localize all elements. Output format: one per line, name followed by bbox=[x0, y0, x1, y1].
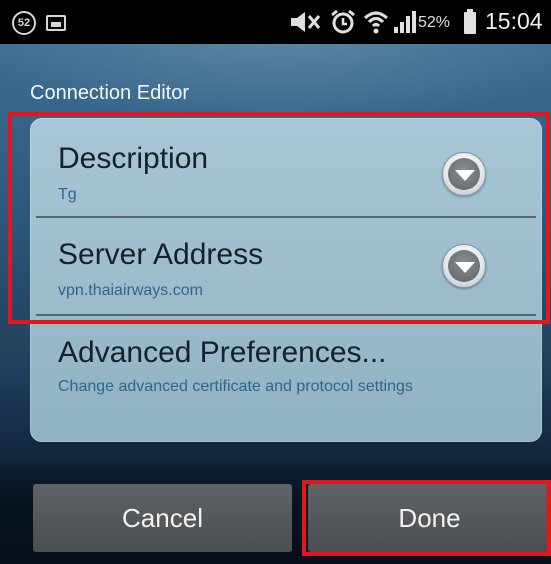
alarm-icon bbox=[329, 8, 357, 36]
field-value: vpn.thaiairways.com bbox=[58, 282, 203, 299]
wifi-icon bbox=[362, 8, 390, 36]
notification-badge-icon: 52 bbox=[12, 11, 36, 35]
server-address-field[interactable]: Server Address vpn.thaiairways.com bbox=[30, 218, 542, 314]
battery-percent: 52% bbox=[418, 14, 451, 31]
description-field[interactable]: Description Tg bbox=[30, 118, 542, 216]
battery-icon bbox=[464, 9, 476, 34]
item-title: Advanced Preferences... bbox=[58, 336, 387, 369]
clock: 15:04 bbox=[485, 8, 543, 34]
connection-settings-panel: Description Tg Server Address vpn.thaiai… bbox=[30, 118, 542, 442]
field-value: Tg bbox=[58, 186, 77, 203]
page-title: Connection Editor bbox=[30, 82, 189, 104]
signal-icon bbox=[394, 8, 416, 36]
status-bar: 52 52% 15:04 bbox=[0, 0, 551, 44]
field-label: Description bbox=[58, 142, 209, 175]
image-icon bbox=[46, 15, 66, 31]
done-button[interactable]: Done bbox=[308, 484, 551, 552]
chevron-down-icon[interactable] bbox=[442, 152, 486, 196]
item-subtitle: Change advanced certificate and protocol… bbox=[58, 378, 413, 395]
mute-icon bbox=[287, 8, 323, 36]
cancel-button[interactable]: Cancel bbox=[33, 484, 292, 552]
chevron-down-icon[interactable] bbox=[442, 244, 486, 288]
advanced-preferences-item[interactable]: Advanced Preferences... Change advanced … bbox=[30, 316, 542, 442]
field-label: Server Address bbox=[58, 238, 264, 271]
